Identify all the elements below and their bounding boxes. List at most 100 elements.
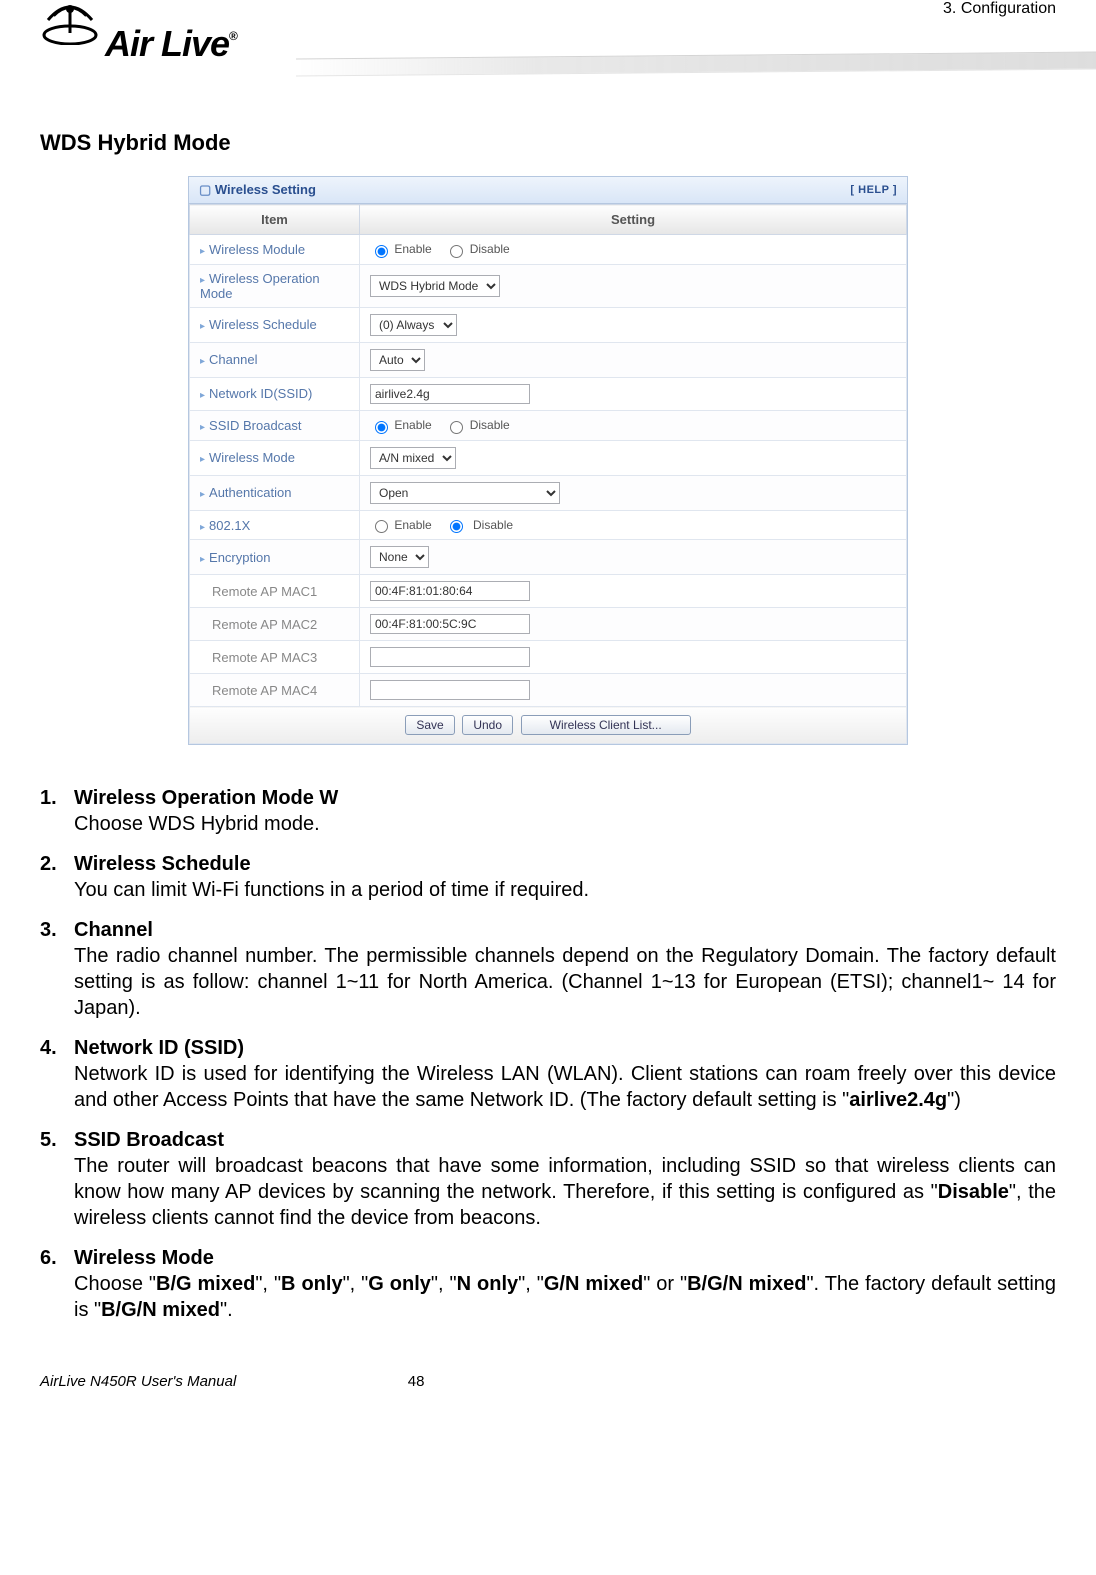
list-item: 2.Wireless Schedule You can limit Wi-Fi … <box>40 851 1056 903</box>
disable-option[interactable]: Disable <box>445 242 509 256</box>
item-title: Network ID (SSID) <box>74 1035 244 1061</box>
wireless-module-enable-radio[interactable] <box>375 245 388 258</box>
row-encryption: ▸ Encryption None <box>190 540 907 575</box>
caret-icon: ▸ <box>200 321 205 332</box>
logo-text: Air Live® <box>105 23 237 65</box>
item-number: 6. <box>40 1245 74 1271</box>
col-setting: Setting <box>360 205 907 235</box>
item-title: Channel <box>74 917 153 943</box>
wireless-module-disable-radio[interactable] <box>450 245 463 258</box>
op-mode-select[interactable]: WDS Hybrid Mode <box>370 275 500 297</box>
dot1x-disable-radio[interactable] <box>450 520 463 533</box>
item-title: Wireless Schedule <box>74 851 251 877</box>
config-screenshot: ▢ Wireless Setting [ HELP ] Item Setting… <box>40 176 1056 745</box>
item-body: Network ID is used for identifying the W… <box>74 1061 1056 1113</box>
row-wireless-module: ▸ Wireless Module Enable Disable <box>190 235 907 265</box>
wireless-setting-panel: ▢ Wireless Setting [ HELP ] Item Setting… <box>188 176 908 745</box>
row-channel: ▸ Channel Auto <box>190 342 907 377</box>
item-label: SSID Broadcast <box>209 418 302 433</box>
row-op-mode: ▸Wireless Operation Mode WDS Hybrid Mode <box>190 264 907 307</box>
item-label: Wireless Operation Mode <box>200 271 320 301</box>
item-number: 4. <box>40 1035 74 1061</box>
header-decor-line <box>296 52 1096 77</box>
page-footer: AirLive N450R User's Manual 48 <box>40 1373 1056 1390</box>
row-schedule: ▸ Wireless Schedule (0) Always <box>190 307 907 342</box>
section-heading: WDS Hybrid Mode <box>40 130 1056 156</box>
item-label: Remote AP MAC4 <box>212 683 317 698</box>
item-body: The radio channel number. The permissibl… <box>74 943 1056 1021</box>
wireless-mode-select[interactable]: A/N mixed <box>370 447 456 469</box>
item-title: Wireless Mode <box>74 1245 214 1271</box>
enable-option[interactable]: Enable <box>370 418 432 432</box>
channel-select[interactable]: Auto <box>370 349 425 371</box>
caret-icon: ▸ <box>200 390 205 401</box>
logo-swoosh-icon <box>40 0 100 45</box>
table-header-row: Item Setting <box>190 205 907 235</box>
item-title: SSID Broadcast <box>74 1127 224 1153</box>
item-label: Network ID(SSID) <box>209 386 312 401</box>
mac1-input[interactable] <box>370 581 530 601</box>
dot1x-enable-radio[interactable] <box>375 520 388 533</box>
item-body: The router will broadcast beacons that h… <box>74 1153 1056 1231</box>
mac3-input[interactable] <box>370 647 530 667</box>
panel-titlebar: ▢ Wireless Setting [ HELP ] <box>189 177 907 204</box>
item-label: Wireless Schedule <box>209 317 317 332</box>
disable-option[interactable]: Disable <box>445 418 509 432</box>
item-label: Channel <box>209 352 257 367</box>
disable-option[interactable]: Disable <box>445 518 513 532</box>
caret-icon: ▸ <box>200 454 205 465</box>
ssid-input[interactable] <box>370 384 530 404</box>
row-8021x: ▸802.1X Enable Disable <box>190 510 907 540</box>
footer-page-number: 48 <box>408 1373 425 1390</box>
row-mac4: Remote AP MAC4 <box>190 674 907 707</box>
item-title: Wireless Operation Mode W <box>74 785 338 811</box>
list-item: 4.Network ID (SSID) Network ID is used f… <box>40 1035 1056 1113</box>
mac4-input[interactable] <box>370 680 530 700</box>
row-mac2: Remote AP MAC2 <box>190 608 907 641</box>
help-link[interactable]: [ HELP ] <box>850 184 897 196</box>
item-label: Wireless Module <box>209 242 305 257</box>
brand-logo: Air Live® <box>30 5 237 65</box>
body-text: 1.Wireless Operation Mode W Choose WDS H… <box>40 785 1056 1323</box>
item-label: Encryption <box>209 550 270 565</box>
save-button[interactable]: Save <box>405 715 454 735</box>
row-wireless-mode: ▸ Wireless Mode A/N mixed <box>190 440 907 475</box>
row-mac3: Remote AP MAC3 <box>190 641 907 674</box>
list-item: 1.Wireless Operation Mode W Choose WDS H… <box>40 785 1056 837</box>
undo-button[interactable]: Undo <box>462 715 513 735</box>
item-number: 5. <box>40 1127 74 1153</box>
item-label: Wireless Mode <box>209 450 295 465</box>
enable-option[interactable]: Enable <box>370 242 432 256</box>
schedule-select[interactable]: (0) Always <box>370 314 457 336</box>
item-body: Choose "B/G mixed", "B only", "G only", … <box>74 1271 1056 1323</box>
item-label: Authentication <box>209 485 291 500</box>
list-item: 6.Wireless Mode Choose "B/G mixed", "B o… <box>40 1245 1056 1323</box>
caret-icon: ▸ <box>200 422 205 433</box>
panel-title-text: ▢ Wireless Setting <box>199 182 316 198</box>
page-header: Air Live® 3. Configuration <box>40 0 1056 100</box>
chapter-label: 3. Configuration <box>943 0 1056 18</box>
client-list-button[interactable]: Wireless Client List... <box>521 715 691 735</box>
enable-option[interactable]: Enable <box>370 518 432 532</box>
ssid-bcast-enable-radio[interactable] <box>375 421 388 434</box>
mac2-input[interactable] <box>370 614 530 634</box>
row-ssid: ▸ Network ID(SSID) <box>190 377 907 410</box>
item-label: Remote AP MAC1 <box>212 584 317 599</box>
caret-icon: ▸ <box>200 246 205 257</box>
caret-icon: ▸ <box>200 356 205 367</box>
list-item: 5.SSID Broadcast The router will broadca… <box>40 1127 1056 1231</box>
auth-select[interactable]: Open <box>370 482 560 504</box>
item-number: 3. <box>40 917 74 943</box>
item-number: 2. <box>40 851 74 877</box>
encryption-select[interactable]: None <box>370 546 429 568</box>
ssid-bcast-disable-radio[interactable] <box>450 421 463 434</box>
item-body: You can limit Wi-Fi functions in a perio… <box>74 877 1056 903</box>
row-ssid-broadcast: ▸ SSID Broadcast Enable Disable <box>190 410 907 440</box>
row-auth: ▸Authentication Open <box>190 475 907 510</box>
item-label: Remote AP MAC3 <box>212 650 317 665</box>
caret-icon: ▸ <box>200 554 205 565</box>
item-number: 1. <box>40 785 74 811</box>
caret-icon: ▸ <box>200 275 205 286</box>
settings-table: Item Setting ▸ Wireless Module Enable Dis… <box>189 204 907 744</box>
row-mac1: Remote AP MAC1 <box>190 575 907 608</box>
